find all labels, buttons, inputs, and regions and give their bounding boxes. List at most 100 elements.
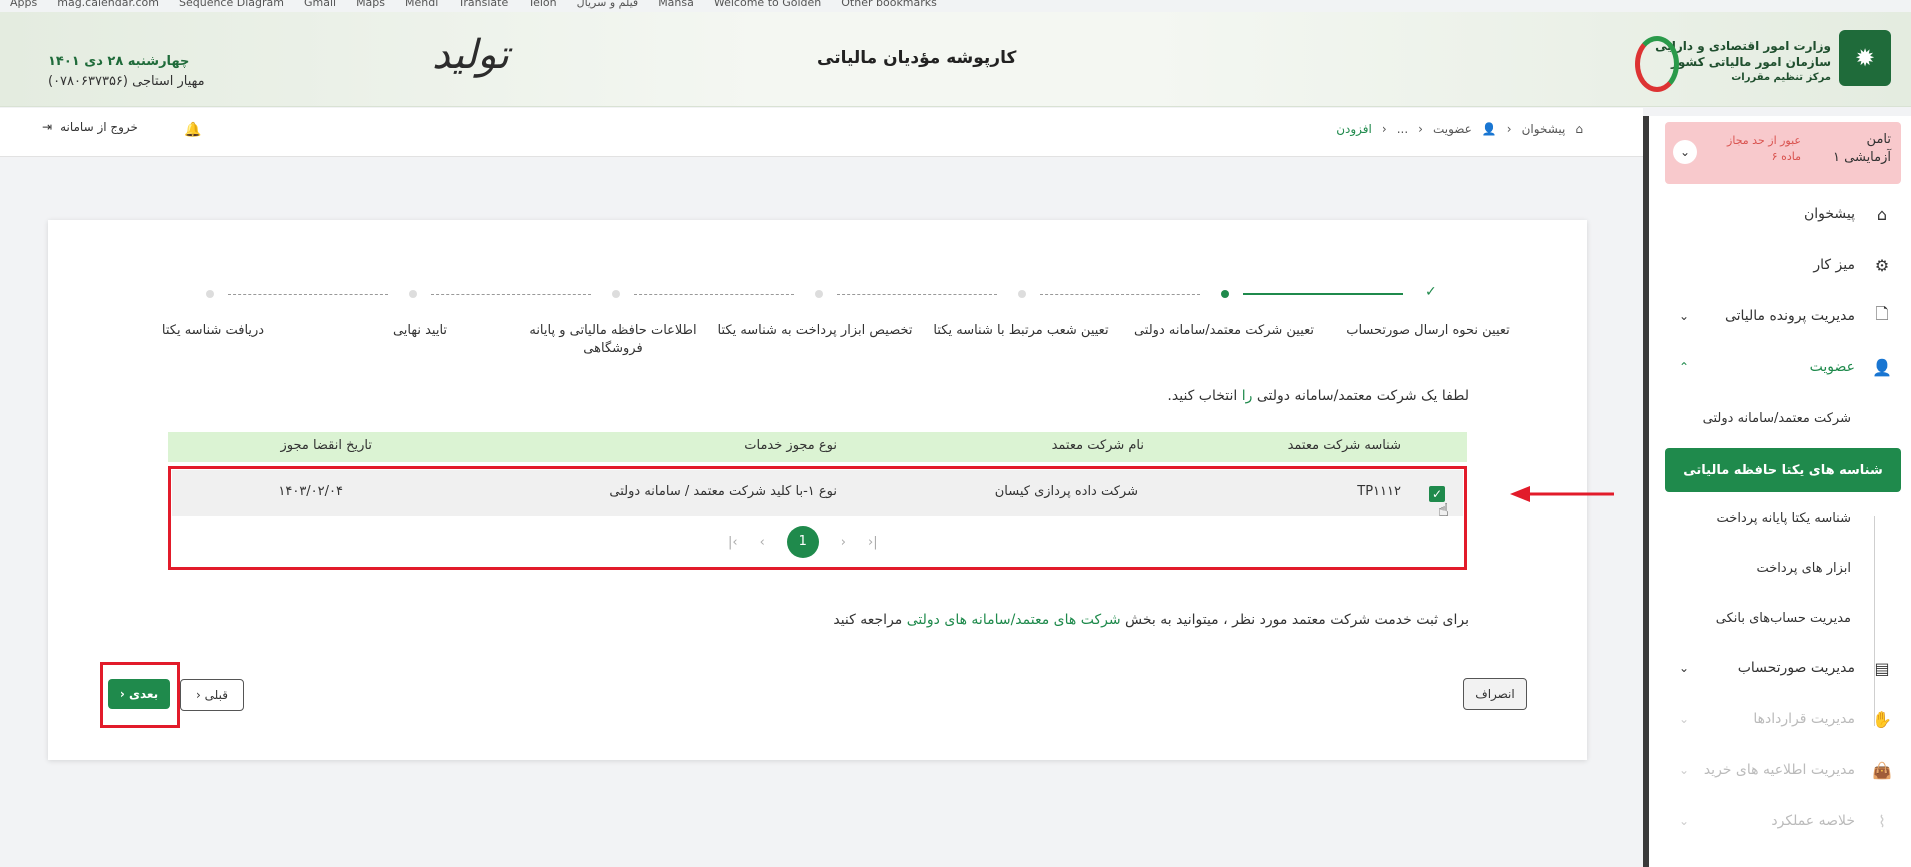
step-connector [431,294,591,295]
sidebar-item-invoices[interactable]: ▤ مدیریت صورتحساب ⌄ [1661,648,1911,688]
sidebar-sub-payment-tools[interactable]: ابزار های پرداخت [1671,548,1851,588]
flag-logo-icon [1635,36,1679,92]
org-line-1: وزارت امور اقتصادی و دارایی [1655,39,1831,53]
chevron-down-icon: ⌄ [1679,309,1690,323]
current-date: چهارشنبه ۲۸ دی ۱۴۰۱ [48,54,190,69]
user-card[interactable]: تامن آزمایشی ۱ عبور از حد مجاز ماده ۶ ⌄ [1665,122,1901,184]
chevron-down-icon: ⌄ [1679,661,1690,675]
page-title: کارپوشه مؤدیان مالیاتی [817,48,1017,68]
step-dot [206,290,214,298]
annotation-box-next [100,662,180,728]
step-label: تعیین نحوه ارسال صورتحساب [1346,323,1510,338]
chart-icon: ⌇ [1878,811,1886,831]
shopping-bag-icon: 👜 [1872,760,1892,780]
annotation-arrow-icon [1510,486,1614,502]
step-dot [409,290,417,298]
previous-label: قبلی [204,688,228,702]
org-name: وزارت امور اقتصادی و دارایی سازمان امور … [1655,38,1831,86]
mouse-cursor-icon: ☝ [1438,500,1449,521]
step-dot [815,290,823,298]
sidebar: تامن آزمایشی ۱ عبور از حد مجاز ماده ۶ ⌄ … [1643,116,1911,867]
sidebar-item-workdesk[interactable]: ⚙ میز کار [1661,245,1911,285]
submenu-line [1874,516,1875,726]
bookmark-item[interactable]: Gmail [304,0,336,8]
org-line-3: مرکز تنظیم مقررات [1731,72,1831,83]
bell-icon[interactable]: 🔔 [184,122,201,138]
top-bar: ⌂ پیشخوان ‹ 👤 عضویت ‹ ... ‹ افزودن 🔔 خرو… [0,108,1643,157]
cancel-button[interactable]: انصراف [1463,678,1527,710]
sidebar-item-label: میز کار [1813,257,1855,273]
logout-button[interactable]: خروج از سامانه ⇥ [42,120,138,134]
column-header: نوع مجوز خدمات [744,438,837,453]
user-icon: 👤 [1872,357,1892,377]
bookmark-item[interactable]: Maps [356,0,385,8]
user-icon: 👤 [1481,122,1497,136]
table-header: شناسه شرکت معتمد نام شرکت معتمد نوع مجوز… [168,432,1467,462]
breadcrumb-item-dashboard[interactable]: پیشخوان [1522,122,1566,136]
bookmark-item[interactable]: Welcome to Golden [714,0,821,8]
step-connector [228,294,388,295]
breadcrumb-item-add: افزودن [1336,122,1372,136]
step-label: تعیین شرکت معتمد/سامانه دولتی [1133,323,1315,338]
file-icon: 🗋 [1875,303,1889,323]
bookmark-item[interactable]: Other bookmarks [841,0,937,8]
user-name: مهیار استاجی (۰۷۸۰۶۳۷۳۵۶) [48,74,205,89]
chevron-down-icon[interactable]: ⌄ [1673,140,1697,164]
chevron-up-icon: ⌃ [1679,360,1690,374]
sidebar-item-label: مدیریت اطلاعیه های خرید [1703,762,1855,778]
sidebar-item-dashboard[interactable]: ⌂ پیشخوان [1661,194,1911,234]
sidebar-item-membership[interactable]: 👤 عضویت ⌃ [1661,347,1911,387]
bookmark-item[interactable]: Sequence Diagram [179,0,284,8]
breadcrumb-item-ellipsis[interactable]: ... [1397,122,1408,136]
annotation-box-table [168,466,1467,570]
org-logo: ✹ وزارت امور اقتصادی و دارایی سازمان امو… [1635,30,1891,92]
logout-label: خروج از سامانه [60,120,138,134]
instruction-part: لطفا یک شرکت معتمد/سامانه دولتی [1252,388,1469,404]
sidebar-item-tax-file[interactable]: 🗋 مدیریت پرونده مالیاتی ⌄ [1661,296,1911,336]
bookmark-item[interactable]: mag.calendar.com [57,0,159,8]
step-connector-done [1243,293,1403,295]
sidebar-item-summary[interactable]: ⌇ خلاصه عملکرد ⌄ [1661,801,1911,841]
sidebar-item-label: خلاصه عملکرد [1771,813,1855,829]
sidebar-item-contracts[interactable]: ✋ مدیریت قراردادها ⌄ [1661,699,1911,739]
step-dot [1018,290,1026,298]
bookmark-item[interactable]: Translate [458,0,508,8]
sidebar-sub-unique-ids[interactable]: شناسه های یکتا حافظه مالیاتی [1665,448,1901,492]
column-header: شناسه شرکت معتمد [1287,438,1401,453]
bookmark-item[interactable]: Telon [528,0,556,8]
bookmark-item[interactable]: Mahsa [658,0,694,8]
bookmark-item[interactable]: فیلم و سریال [577,0,639,8]
sidebar-item-purchase-notices[interactable]: 👜 مدیریت اطلاعیه های خرید ⌄ [1661,750,1911,790]
bookmark-item[interactable]: Mehdi [405,0,438,8]
step-label: تایید نهایی [392,323,448,338]
note-part: برای ثبت خدمت شرکت معتمد مورد نظر ، میتو… [1120,612,1469,628]
chevron-down-icon: ⌄ [1679,712,1690,726]
invoice-icon: ▤ [1874,658,1890,678]
org-line-2: سازمان امور مالیاتی کشور [1670,55,1831,69]
trusted-companies-link[interactable]: شرکت های معتمد/سامانه های دولتی [907,612,1121,628]
sidebar-sub-bank-accounts[interactable]: مدیریت حساب‌های بانکی [1671,598,1851,638]
step-label: تخصیص ابزار پرداخت به شناسه یکتا [717,323,913,338]
chevron-down-icon: ⌄ [1679,763,1690,777]
bookmark-item[interactable]: Apps [10,0,37,8]
step-connector [1040,294,1200,295]
check-icon: ✓ [1425,284,1437,300]
chevron-left-icon: ‹ [1506,122,1512,136]
step-dot [612,290,620,298]
column-header: تاریخ انقضا مجوز [280,438,372,453]
breadcrumb-item-membership[interactable]: عضویت [1433,122,1472,136]
sidebar-sub-trusted-company[interactable]: شرکت معتمد/سامانه دولتی [1671,398,1851,438]
user-card-warning1: عبور از حد مجاز [1727,134,1801,147]
step-connector [837,294,997,295]
previous-button[interactable]: قبلی ‹ [180,679,244,711]
chevron-left-icon: ‹ [196,688,201,702]
note-part: مراجعه کنید [833,612,907,628]
sidebar-item-label: پیشخوان [1803,206,1855,222]
step-label: دریافت شناسه یکتا [161,323,265,338]
breadcrumb: ⌂ پیشخوان ‹ 👤 عضویت ‹ ... ‹ افزودن [1336,122,1583,136]
logout-icon: ⇥ [42,120,53,134]
workflow-icon: ⚙ [1874,255,1890,275]
sidebar-item-label: مدیریت صورتحساب [1737,660,1855,676]
sidebar-sub-payment-terminal[interactable]: شناسه یکتا پایانه پرداخت [1671,498,1851,538]
wizard-steps: ✓ تعیین نحوه ارسال صورتحساب تعیین شرکت م… [48,284,1587,364]
